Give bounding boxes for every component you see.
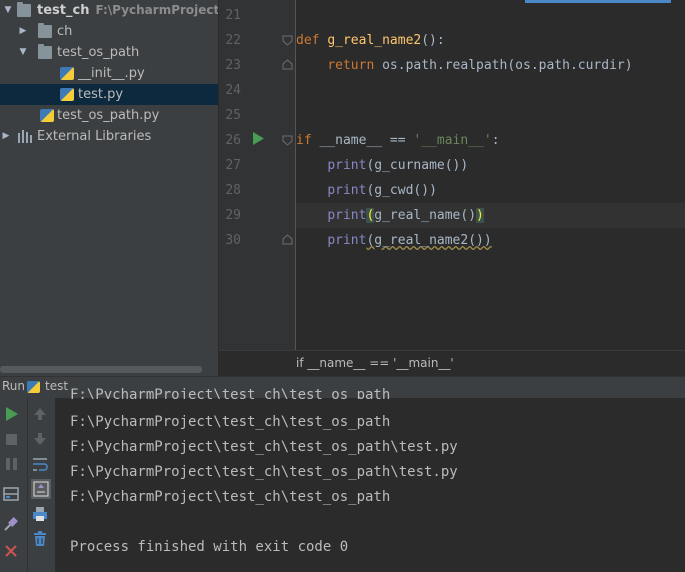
tree-item-test-os-path-py[interactable]: test_os_path.py xyxy=(0,105,218,126)
tree-scrollbar[interactable] xyxy=(0,366,202,373)
layout-icon[interactable] xyxy=(2,485,20,503)
folder-icon xyxy=(38,44,52,59)
line-number: 30 xyxy=(225,233,241,248)
fold-open-icon[interactable] xyxy=(282,35,293,46)
trash-icon[interactable] xyxy=(31,530,49,548)
project-tree: ▼ test_ch F:\PycharmProject\test_ ▶ ch ▼ … xyxy=(0,0,218,376)
console-line: F:\PycharmProject\test_ch\test_os_path\t… xyxy=(70,439,458,455)
console-line: F:\PycharmProject\test_ch\test_os_path xyxy=(70,387,391,399)
line-number: 24 xyxy=(225,83,241,98)
print-icon[interactable] xyxy=(31,505,49,523)
tree-item-test-ch[interactable]: ▼ test_ch F:\PycharmProject\test_ xyxy=(0,0,218,21)
line-number: 25 xyxy=(225,108,241,123)
fold-end-icon[interactable] xyxy=(282,59,293,70)
line-number: 27 xyxy=(225,158,241,173)
wrap-icon[interactable] xyxy=(31,455,49,473)
run-gutter-icon[interactable] xyxy=(252,131,265,150)
code-line-29[interactable]: print(g_real_name()) xyxy=(296,208,484,223)
fold-open-icon[interactable] xyxy=(282,135,293,146)
pin-icon[interactable] xyxy=(2,515,20,533)
chevron-right-icon[interactable]: ▶ xyxy=(0,126,12,147)
console-line: F:\PycharmProject\test_ch\test_os_path xyxy=(70,414,391,430)
tree-item-label: test.py xyxy=(78,87,124,102)
tree-item-init-py[interactable]: __init__.py xyxy=(0,63,218,84)
gutter-divider xyxy=(295,0,296,350)
line-number: 29 xyxy=(225,208,241,223)
tree-item-ch[interactable]: ▶ ch xyxy=(0,21,218,42)
run-icon[interactable] xyxy=(2,405,20,423)
console-line: F:\PycharmProject\test_ch\test_os_path\t… xyxy=(70,464,458,480)
python-file-icon xyxy=(60,88,74,101)
folder-icon xyxy=(38,23,52,38)
fold-end-icon[interactable] xyxy=(282,234,293,245)
tree-item-label: test_os_path xyxy=(57,45,140,60)
libraries-icon xyxy=(18,130,32,143)
up-arrow-icon[interactable] xyxy=(31,405,49,423)
line-number: 28 xyxy=(225,183,241,198)
run-config-name[interactable]: test xyxy=(45,379,68,393)
code-line-23[interactable]: return os.path.realpath(os.path.curdir) xyxy=(296,58,632,73)
python-file-icon xyxy=(40,109,54,122)
code-line-22[interactable]: def g_real_name2(): xyxy=(296,33,445,48)
tree-item-external-libraries[interactable]: ▶ External Libraries xyxy=(0,126,218,147)
breadcrumb[interactable]: if __name__ == '__main__' xyxy=(296,356,454,370)
tree-item-label: __init__.py xyxy=(78,66,145,81)
line-number: 23 xyxy=(225,58,241,73)
chevron-down-icon[interactable]: ▼ xyxy=(2,0,14,21)
code-line-27[interactable]: print(g_curname()) xyxy=(296,158,468,173)
code-line-30[interactable]: print(g_real_name2()) xyxy=(296,233,491,248)
tree-item-test-py[interactable]: test.py xyxy=(0,84,218,105)
stop-icon[interactable] xyxy=(2,430,20,448)
close-icon[interactable] xyxy=(2,542,20,560)
tree-item-test-os-path[interactable]: ▼ test_os_path xyxy=(0,42,218,63)
line-number: 21 xyxy=(225,8,241,23)
python-file-icon xyxy=(60,67,74,80)
tree-item-label: External Libraries xyxy=(37,129,152,144)
down-arrow-icon[interactable] xyxy=(31,430,49,448)
code-line-28[interactable]: print(g_cwd()) xyxy=(296,183,437,198)
project-path: F:\PycharmProject\test_ xyxy=(95,3,218,17)
folder-icon xyxy=(17,2,31,17)
pause-icon[interactable] xyxy=(2,455,20,473)
run-tool-label[interactable]: Run xyxy=(2,379,25,393)
python-file-icon xyxy=(27,381,40,393)
code-line-26[interactable]: if __name__ == '__main__': xyxy=(296,133,500,148)
matched-bracket: ) xyxy=(476,208,484,223)
console-exit-message: Process finished with exit code 0 xyxy=(70,539,349,555)
scroll-icon[interactable] xyxy=(31,479,51,499)
tree-item-label: ch xyxy=(57,24,73,39)
chevron-down-icon[interactable]: ▼ xyxy=(17,42,29,63)
line-number: 22 xyxy=(225,33,241,48)
tree-item-label: test_os_path.py xyxy=(57,108,160,123)
console-line: F:\PycharmProject\test_ch\test_os_path xyxy=(70,489,391,505)
toolbar-separator xyxy=(27,398,28,572)
active-tab-indicator xyxy=(525,0,671,3)
line-number: 26 xyxy=(225,133,241,148)
chevron-right-icon[interactable]: ▶ xyxy=(17,21,29,42)
tree-item-label: test_ch xyxy=(37,3,90,18)
